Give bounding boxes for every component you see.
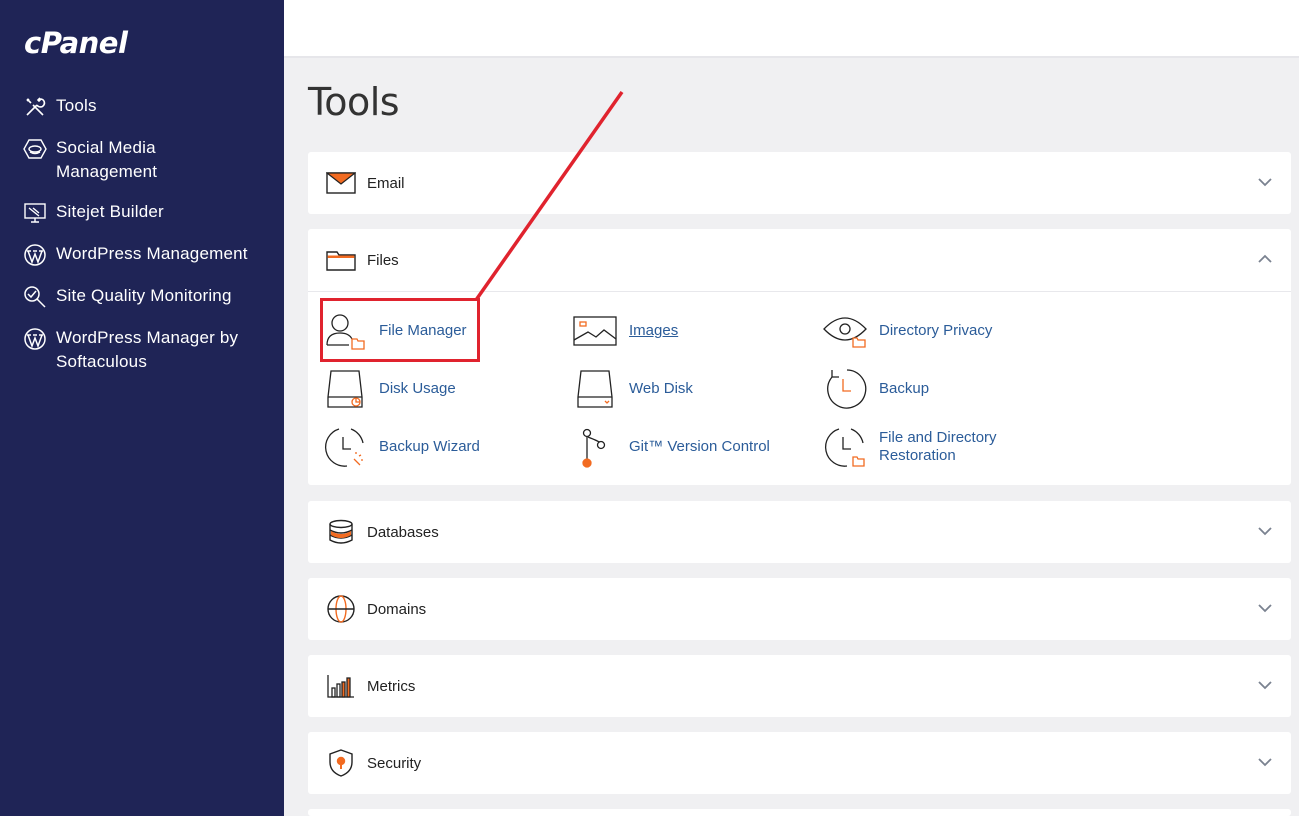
sidebar-nav: Tools Social Media Management Sitejet Bu…: [22, 94, 272, 390]
git-branch-icon: [572, 424, 618, 470]
section-title: Metrics: [367, 677, 416, 695]
tool-label-line2: Restoration: [879, 447, 956, 464]
tool-label-line1: File and Directory: [879, 429, 997, 446]
tool-file-directory-restoration[interactable]: File and Directory Restoration: [822, 424, 997, 470]
sidebar-item-label: Sitejet Builder: [56, 202, 164, 221]
section-title: Files: [367, 251, 399, 269]
tool-backup-wizard[interactable]: Backup Wizard: [322, 424, 480, 470]
tool-label: File and Directory Restoration: [879, 429, 997, 465]
cpanel-logo[interactable]: cPanel: [24, 26, 128, 60]
section-databases: Databases: [308, 501, 1291, 563]
tool-web-disk[interactable]: Web Disk: [572, 366, 693, 412]
eye-icon: [822, 308, 868, 354]
sidebar-item-sitejet[interactable]: Sitejet Builder: [22, 200, 272, 226]
tool-label: Web Disk: [629, 380, 693, 397]
tools-icon: [22, 94, 48, 120]
tool-label: Backup Wizard: [379, 438, 480, 455]
sidebar-item-label: Site Quality Monitoring: [56, 286, 232, 305]
tool-label: Directory Privacy: [879, 322, 993, 339]
sidebar-item-wordpress-management[interactable]: WordPress Management: [22, 242, 272, 268]
sidebar-item-social-media[interactable]: Social Media Management: [22, 136, 272, 184]
chevron-down-icon[interactable]: [1257, 174, 1273, 190]
chevron-down-icon[interactable]: [1257, 523, 1273, 539]
section-metrics-header[interactable]: Metrics: [308, 655, 1291, 717]
section-title: Domains: [367, 600, 427, 618]
disk-usage-icon: [322, 366, 368, 412]
sidebar-item-label: WordPress Manager by Softaculous: [56, 328, 239, 371]
tool-label: Disk Usage: [379, 380, 456, 397]
restore-icon: [822, 424, 868, 470]
sidebar: cPanel Tools Social Media Management Sit…: [0, 0, 284, 816]
section-title: Email: [367, 174, 405, 192]
backup-icon: [822, 366, 868, 412]
tool-disk-usage[interactable]: Disk Usage: [322, 366, 456, 412]
section-title: Databases: [367, 523, 439, 541]
chevron-down-icon[interactable]: [1257, 677, 1273, 693]
sidebar-item-wordpress-softaculous[interactable]: WordPress Manager by Softaculous: [22, 326, 272, 374]
database-icon: [324, 515, 358, 549]
file-manager-icon: [322, 308, 368, 354]
section-email: Email: [308, 152, 1291, 214]
section-domains-header[interactable]: Domains: [308, 578, 1291, 640]
tool-backup[interactable]: Backup: [822, 366, 929, 412]
magnifier-check-icon: [22, 284, 48, 310]
globe-icon: [324, 592, 358, 626]
section-databases-header[interactable]: Databases: [308, 501, 1291, 563]
sidebar-item-site-quality[interactable]: Site Quality Monitoring: [22, 284, 272, 310]
tool-label: Images: [629, 322, 679, 339]
section-files-header[interactable]: Files: [308, 229, 1291, 291]
sidebar-item-label: Tools: [56, 96, 97, 115]
bar-chart-icon: [324, 669, 358, 703]
section-title: Security: [367, 754, 422, 772]
wordpress-icon: [22, 242, 48, 268]
chevron-up-icon[interactable]: [1257, 251, 1273, 267]
backup-wizard-icon: [322, 424, 368, 470]
section-domains: Domains: [308, 578, 1291, 640]
sidebar-item-tools[interactable]: Tools: [22, 94, 272, 120]
tool-label: Git™ Version Control: [629, 438, 770, 455]
tool-images[interactable]: Images: [572, 308, 678, 354]
wordpress-icon: [22, 326, 48, 352]
image-icon: [572, 308, 618, 354]
sidebar-item-label: WordPress Management: [56, 244, 248, 263]
section-metrics: Metrics: [308, 655, 1291, 717]
section-files: Files File Manager Images Directory Priv…: [308, 229, 1291, 485]
tool-label: Backup: [879, 380, 930, 397]
shield-icon: [324, 746, 358, 780]
chevron-down-icon[interactable]: [1257, 754, 1273, 770]
folder-icon: [324, 243, 358, 277]
section-email-header[interactable]: Email: [308, 152, 1291, 214]
section-security-header[interactable]: Security: [308, 732, 1291, 794]
social-media-icon: [22, 136, 48, 162]
section-next-partial: [308, 809, 1291, 816]
page-title: Tools: [308, 80, 400, 124]
section-security: Security: [308, 732, 1291, 794]
envelope-icon: [324, 166, 358, 200]
tool-directory-privacy[interactable]: Directory Privacy: [822, 308, 992, 354]
tool-git-version-control[interactable]: Git™ Version Control: [572, 424, 770, 470]
sitejet-icon: [22, 200, 48, 226]
chevron-down-icon[interactable]: [1257, 600, 1273, 616]
files-tools-grid: File Manager Images Directory Privacy Di…: [308, 291, 1291, 485]
tool-label: File Manager: [379, 322, 467, 339]
tool-file-manager[interactable]: File Manager: [322, 308, 467, 354]
web-disk-icon: [572, 366, 618, 412]
sidebar-item-label: Social Media Management: [56, 138, 158, 181]
top-bar: [284, 0, 1299, 58]
